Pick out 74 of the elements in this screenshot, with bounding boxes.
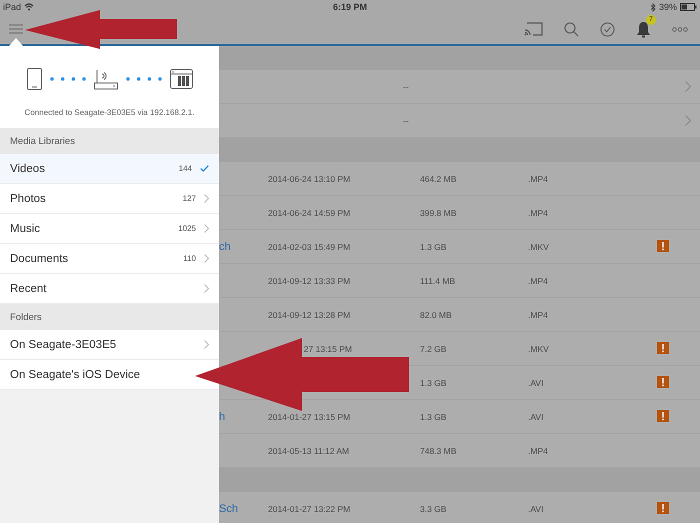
menu-item[interactable]: Videos 144	[0, 154, 219, 184]
warning-icon	[657, 410, 669, 422]
file-date: 2014-01-27 13:15 PM	[268, 412, 350, 422]
section-title: Media Libraries	[10, 136, 75, 146]
chevron-icon	[204, 254, 209, 263]
file-date: 2014-01-27 13:22 PM	[268, 504, 350, 514]
chevron-icon	[204, 340, 209, 349]
file-type: .MP4	[528, 310, 548, 320]
file-type: .MP4	[528, 276, 548, 286]
file-date: 2014-09-12 13:33 PM	[268, 276, 350, 286]
menu-item[interactable]: On Seagate-3E03E5	[0, 330, 219, 360]
chevron-icon	[204, 194, 209, 203]
menu-icon[interactable]	[9, 24, 23, 34]
search-icon[interactable]	[564, 22, 579, 36]
section-title: Folders	[10, 312, 42, 322]
file-size: 111.4 MB	[420, 276, 456, 286]
tablet-icon	[26, 68, 42, 90]
file-type: .AVI	[528, 412, 544, 422]
summary-value: --	[403, 82, 409, 92]
wifi-icon	[24, 3, 34, 11]
file-type: .MKV	[528, 242, 549, 252]
chevron-icon	[685, 115, 691, 126]
file-type: .MP4	[528, 446, 548, 456]
more-icon[interactable]	[672, 26, 688, 32]
file-size: 399.8 MB	[420, 208, 456, 218]
file-size: 464.2 MB	[420, 174, 456, 184]
menu-item[interactable]: Recent	[0, 274, 219, 304]
file-size: 3.3 GB	[420, 504, 446, 514]
check-circle-icon[interactable]	[600, 22, 615, 36]
file-size: 1.3 GB	[420, 412, 446, 422]
file-size: 7.2 GB	[420, 344, 446, 354]
file-type: .MP4	[528, 174, 548, 184]
bluetooth-icon	[650, 2, 656, 12]
menu-item[interactable]: Music 1025	[0, 214, 219, 244]
file-size: 82.0 MB	[420, 310, 452, 320]
file-type: .MP4	[528, 208, 548, 218]
clock-time: 6:19 PM	[333, 2, 367, 12]
warning-icon	[657, 502, 669, 514]
file-type: .AVI	[528, 504, 544, 514]
file-name[interactable]: Sch	[219, 502, 238, 514]
file-size: 1.3 GB	[420, 242, 446, 252]
carrier-label: iPad	[3, 2, 22, 12]
file-type: .AVI	[528, 378, 544, 388]
file-size: 1.3 GB	[420, 378, 446, 388]
file-type: .MKV	[528, 344, 549, 354]
battery-icon	[680, 3, 697, 11]
connection-status: Connected to Seagate-3E03E5 via 192.168.2.1.	[0, 108, 219, 128]
dotted-connector	[126, 77, 162, 81]
file-date: 2014-06-24 14:59 PM	[268, 208, 350, 218]
check-icon	[200, 165, 209, 172]
file-name[interactable]: ch	[219, 240, 231, 252]
battery-percent: 39%	[658, 2, 677, 12]
warning-icon	[657, 342, 669, 354]
file-date: 2014-05-13 11:12 AM	[268, 446, 350, 456]
warning-icon	[657, 376, 669, 388]
file-date: 27 13:15 PM	[304, 344, 352, 354]
file-date: 2014-09-12 13:28 PM	[268, 310, 350, 320]
cast-icon[interactable]	[524, 22, 543, 36]
storage-drive-icon	[170, 69, 192, 89]
menu-item[interactable]: On Seagate's iOS Device	[0, 360, 219, 390]
file-date: 2014-02-03 15:49 PM	[268, 242, 350, 252]
chevron-icon	[204, 224, 209, 233]
summary-value: --	[403, 116, 409, 126]
file-name[interactable]: h	[219, 410, 226, 422]
dotted-connector	[50, 77, 86, 81]
chevron-icon	[204, 284, 209, 293]
menu-item[interactable]: Documents 110	[0, 244, 219, 274]
chevron-icon	[685, 81, 691, 92]
router-icon	[94, 68, 118, 90]
warning-icon	[657, 240, 669, 252]
bell-icon[interactable]	[636, 20, 651, 38]
file-size: 748.3 MB	[420, 446, 456, 456]
menu-item[interactable]: Photos 127	[0, 184, 219, 214]
file-date: 2014-06-24 13:10 PM	[268, 174, 350, 184]
